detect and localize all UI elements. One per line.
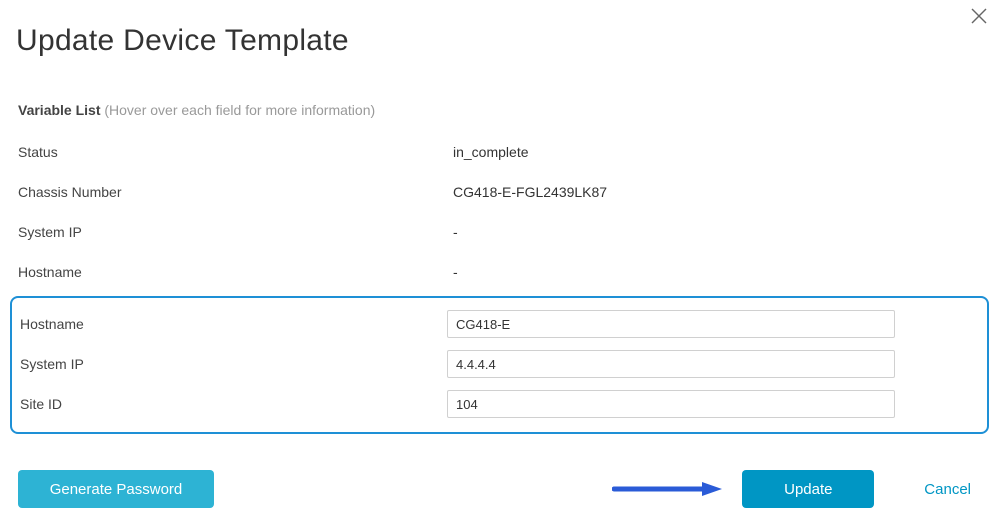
update-button[interactable]: Update (742, 470, 874, 508)
row-site-id-edit: Site ID (20, 384, 979, 424)
label-hostname-edit: Hostname (20, 316, 447, 332)
dialog-title: Update Device Template (0, 0, 999, 58)
label-system-ip-readonly: System IP (18, 224, 453, 240)
variable-list-hint: (Hover over each field for more informat… (104, 102, 375, 118)
value-status: in_complete (453, 144, 529, 160)
label-hostname-readonly: Hostname (18, 264, 453, 280)
variable-list-label: Variable List (18, 102, 100, 118)
label-status: Status (18, 144, 453, 160)
row-system-ip-readonly: System IP - (18, 212, 981, 252)
row-hostname-readonly: Hostname - (18, 252, 981, 292)
arrow-right-annotation-icon (612, 480, 722, 498)
generate-password-button[interactable]: Generate Password (18, 470, 214, 508)
input-site-id[interactable] (447, 390, 895, 418)
row-chassis-number: Chassis Number CG418-E-FGL2439LK87 (18, 172, 981, 212)
editable-fields-group: Hostname System IP Site ID (10, 296, 989, 434)
label-chassis-number: Chassis Number (18, 184, 453, 200)
input-hostname[interactable] (447, 310, 895, 338)
variable-list-heading: Variable List (Hover over each field for… (0, 58, 999, 118)
value-chassis-number: CG418-E-FGL2439LK87 (453, 184, 607, 200)
input-system-ip[interactable] (447, 350, 895, 378)
row-hostname-edit: Hostname (20, 304, 979, 344)
value-hostname-readonly: - (453, 264, 458, 280)
row-status: Status in_complete (18, 132, 981, 172)
label-site-id-edit: Site ID (20, 396, 447, 412)
cancel-link[interactable]: Cancel (924, 481, 971, 498)
close-icon[interactable] (969, 6, 989, 26)
row-system-ip-edit: System IP (20, 344, 979, 384)
value-system-ip-readonly: - (453, 224, 458, 240)
label-system-ip-edit: System IP (20, 356, 447, 372)
